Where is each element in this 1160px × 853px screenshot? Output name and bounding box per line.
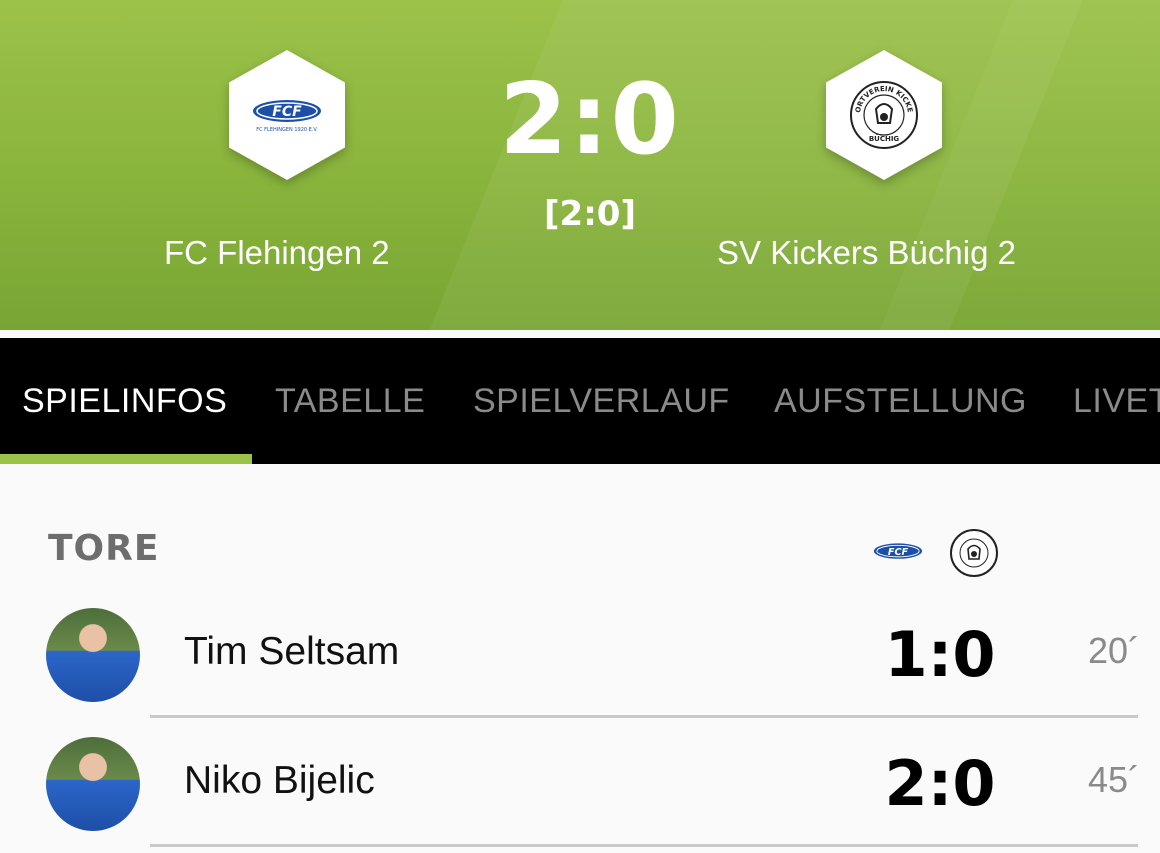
svg-text:FC FLEHINGEN 1920 E.V.: FC FLEHINGEN 1920 E.V. [256, 127, 318, 133]
goal-row[interactable]: Tim Seltsam 1:0 20´ [0, 590, 1160, 718]
goal-minute: 20´ [1087, 630, 1140, 671]
tab-bar: SPIELINFOS TABELLE SPIELVERLAUF AUFSTELL… [0, 338, 1160, 464]
tab-liveticker[interactable]: LIVET [1073, 338, 1160, 464]
final-score: 2:0 [499, 63, 681, 177]
fcf-logo-icon: FCF FC FLEHINGEN 1920 E.V. [253, 100, 321, 133]
player-avatar [46, 608, 140, 702]
row-divider [150, 715, 1138, 718]
svg-text:FCF: FCF [272, 104, 302, 120]
goal-minute: 45´ [1087, 759, 1140, 800]
halftime-score: [2:0] [544, 194, 636, 234]
tab-tabelle[interactable]: TABELLE [275, 338, 425, 464]
fcf-logo-icon: FCF [873, 543, 923, 559]
kickers-logo-icon [950, 529, 998, 577]
away-team-mini-logo [948, 528, 1000, 578]
match-header: FCF FC FLEHINGEN 1920 E.V. SPORTVEREIN K… [0, 0, 1160, 330]
tab-spielinfos[interactable]: SPIELINFOS [22, 338, 227, 464]
home-team-name: FC Flehingen 2 [164, 234, 390, 271]
goal-scorer-name: Tim Seltsam [184, 630, 400, 673]
goal-scorer-name: Niko Bijelic [184, 759, 375, 802]
kickers-logo-icon: SPORTVEREIN KICKERS BÜCHIG [848, 79, 918, 149]
away-team-name: SV Kickers Büchig 2 [717, 234, 1016, 271]
active-tab-indicator [0, 454, 252, 464]
svg-text:FCF: FCF [888, 547, 909, 558]
tab-aufstellung[interactable]: AUFSTELLUNG [774, 338, 1027, 464]
tab-spielverlauf[interactable]: SPIELVERLAUF [473, 338, 730, 464]
home-team-mini-logo: FCF [872, 528, 924, 578]
row-divider [150, 844, 1138, 847]
player-avatar [46, 737, 140, 831]
svg-text:BÜCHIG: BÜCHIG [869, 134, 900, 143]
home-team-logo[interactable]: FCF FC FLEHINGEN 1920 E.V. [229, 50, 345, 180]
goal-row[interactable]: Niko Bijelic 2:0 45´ [0, 719, 1160, 847]
goals-section-title: TORE [48, 528, 160, 569]
away-team-logo[interactable]: SPORTVEREIN KICKERS BÜCHIG [826, 50, 942, 180]
goal-score: 1:0 [884, 618, 996, 691]
goal-score: 2:0 [884, 747, 996, 820]
